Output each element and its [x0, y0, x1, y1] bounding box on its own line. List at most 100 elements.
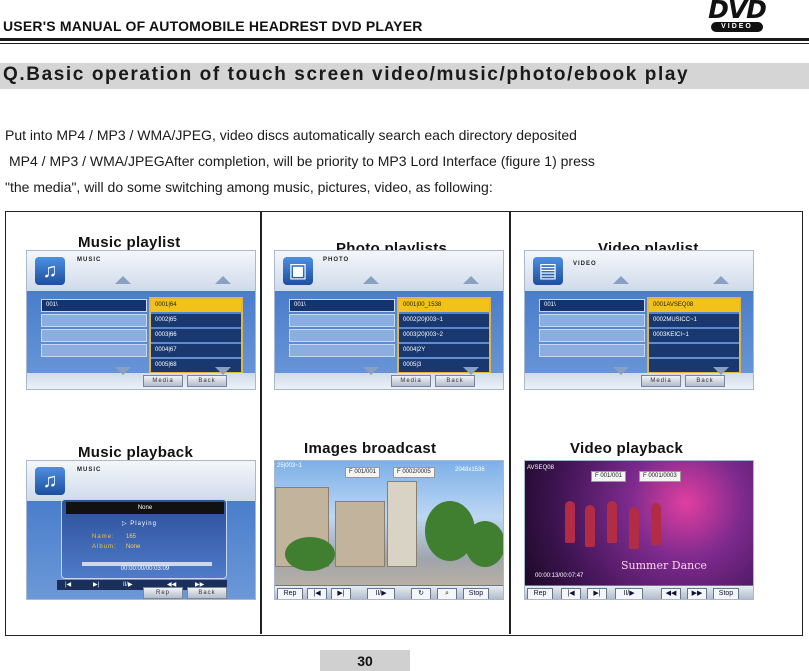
- image-filename: 25|003~1: [277, 463, 303, 469]
- dvd-logo-text: DVD: [708, 0, 767, 24]
- folder-count: F 001/001: [591, 471, 627, 482]
- folder-item[interactable]: 001\: [539, 299, 645, 312]
- scroll-up-icon[interactable]: [215, 276, 231, 284]
- file-item[interactable]: 0004|2Y: [399, 344, 489, 357]
- scroll-up-icon[interactable]: [363, 276, 379, 284]
- file-item[interactable]: 0002|65: [151, 314, 241, 327]
- name-label: Name:: [92, 534, 115, 540]
- next-icon[interactable]: ▶|: [587, 588, 607, 599]
- building-shape: [335, 501, 385, 567]
- previous-icon[interactable]: |◀: [65, 580, 71, 590]
- file-item[interactable]: 0003|66: [151, 329, 241, 342]
- building-shape: [387, 481, 417, 567]
- image-viewer-screen: 25|003~1 F 001/001 F 0002/0005 2048x1536…: [274, 460, 504, 600]
- video-time: 00:00:13/00:07:47: [535, 573, 584, 579]
- scroll-up-icon[interactable]: [463, 276, 479, 284]
- album-label: Album:: [92, 544, 117, 550]
- repeat-button[interactable]: Rep: [143, 587, 183, 599]
- folder-item[interactable]: [289, 344, 395, 357]
- file-item[interactable]: 0003KEICI~1: [649, 329, 739, 342]
- tree-shape: [285, 537, 335, 571]
- stop-button[interactable]: Stop: [463, 588, 489, 599]
- figure-title: Images broadcast: [304, 440, 437, 457]
- play-pause-icon[interactable]: II/▶: [123, 580, 133, 590]
- now-playing-panel: None ▷ Playing Name: 165 Album: None 00:…: [61, 499, 227, 579]
- video-player-screen: AVSEQ08 F 001/001 F 0001/0003 00:00:13/0…: [524, 460, 754, 600]
- scroll-up-icon[interactable]: [115, 276, 131, 284]
- rewind-icon[interactable]: ◀◀: [661, 588, 681, 599]
- file-list: 0001|00_1538 0002|20|003~1 0003|20|003~2…: [397, 297, 491, 373]
- grid-divider: [260, 212, 262, 634]
- repeat-button[interactable]: Rep: [527, 588, 553, 599]
- folder-item[interactable]: [289, 314, 395, 327]
- file-item[interactable]: 0002|20|003~1: [399, 314, 489, 327]
- scroll-up-icon[interactable]: [613, 276, 629, 284]
- folder-item[interactable]: [539, 329, 645, 342]
- section-heading-bar: Q.Basic operation of touch screen video/…: [0, 63, 809, 89]
- next-icon[interactable]: ▶|: [93, 580, 99, 590]
- folder-item[interactable]: [289, 329, 395, 342]
- repeat-button[interactable]: Rep: [277, 588, 303, 599]
- folder-count: F 001/001: [345, 467, 381, 478]
- video-playlist-screen: ▤ VIDEO 001\ 0001AVSEQ08 0002MUSICC~1 00…: [524, 250, 754, 390]
- video-playback-figure: Video playback AVSEQ08 F 001/001 F 0001/…: [524, 440, 756, 624]
- grid-divider: [509, 212, 511, 634]
- scroll-down-icon[interactable]: [115, 367, 131, 375]
- file-list: 0001AVSEQ08 0002MUSICC~1 0003KEICI~1: [647, 297, 741, 373]
- file-item[interactable]: 0003|20|003~2: [399, 329, 489, 342]
- folder-item[interactable]: [539, 344, 645, 357]
- back-button[interactable]: Back: [187, 587, 227, 599]
- figure-grid: Music playlist ♫ MUSIC 001\ 0001|64 0002…: [5, 211, 803, 636]
- film-clapper-icon: ▤: [533, 257, 563, 285]
- figure-title: Music playback: [78, 444, 194, 461]
- back-button[interactable]: Back: [187, 375, 227, 387]
- folder-item[interactable]: [41, 344, 147, 357]
- fast-forward-icon[interactable]: ▶▶: [687, 588, 707, 599]
- photo-icon: ▣: [283, 257, 313, 285]
- folder-item[interactable]: [539, 314, 645, 327]
- music-playlist-figure: Music playlist ♫ MUSIC 001\ 0001|64 0002…: [26, 234, 258, 414]
- back-button[interactable]: Back: [435, 375, 475, 387]
- file-item[interactable]: [649, 344, 739, 357]
- play-status-text: Playing: [130, 521, 157, 527]
- media-button[interactable]: Media: [391, 375, 431, 387]
- photo-playlist-figure: Photo playlists ▣ PHOTO 001\ 0001|00_153…: [274, 234, 506, 414]
- screen-subtitle: VIDEO: [573, 261, 597, 267]
- next-icon[interactable]: ▶|: [331, 588, 351, 599]
- intro-line-1: Put into MP4 / MP3 / WMA/JPEG, video dis…: [5, 127, 577, 143]
- previous-icon[interactable]: |◀: [561, 588, 581, 599]
- music-note-icon: ♫: [35, 467, 65, 495]
- music-playback-figure: Music playback ♫ MUSIC None ▷ Playing Na…: [26, 444, 258, 624]
- scroll-down-icon[interactable]: [363, 367, 379, 375]
- file-item[interactable]: 0001|64: [151, 299, 241, 312]
- scroll-down-icon[interactable]: [463, 367, 479, 375]
- zoom-icon[interactable]: ⌕: [437, 588, 457, 599]
- screen-subtitle: MUSIC: [77, 257, 102, 263]
- file-item[interactable]: 0004|67: [151, 344, 241, 357]
- media-button[interactable]: Media: [641, 375, 681, 387]
- folder-item[interactable]: [41, 329, 147, 342]
- media-button[interactable]: Media: [143, 375, 183, 387]
- back-button[interactable]: Back: [685, 375, 725, 387]
- folder-item[interactable]: [41, 314, 147, 327]
- scroll-down-icon[interactable]: [613, 367, 629, 375]
- scroll-down-icon[interactable]: [215, 367, 231, 375]
- images-broadcast-figure: Images broadcast 25|003~1 F 001/001 F 00…: [274, 440, 506, 624]
- folder-item[interactable]: 001\: [289, 299, 395, 312]
- file-item[interactable]: 0001AVSEQ08: [649, 299, 739, 312]
- image-toolbar: Rep |◀ ▶| II/▶ ↻ ⌕ Stop: [275, 585, 503, 599]
- scroll-down-icon[interactable]: [713, 367, 729, 375]
- video-caption: Summer Dance: [621, 559, 707, 572]
- page-number: 30: [320, 650, 410, 671]
- screen-subtitle: MUSIC: [77, 467, 102, 473]
- play-pause-icon[interactable]: II/▶: [615, 588, 643, 599]
- stop-button[interactable]: Stop: [713, 588, 739, 599]
- file-item[interactable]: 0001|00_1538: [399, 299, 489, 312]
- rotate-icon[interactable]: ↻: [411, 588, 431, 599]
- folder-item[interactable]: 001\: [41, 299, 147, 312]
- file-item[interactable]: 0002MUSICC~1: [649, 314, 739, 327]
- previous-icon[interactable]: |◀: [307, 588, 327, 599]
- scroll-up-icon[interactable]: [713, 276, 729, 284]
- photo-playlist-screen: ▣ PHOTO 001\ 0001|00_1538 0002|20|003~1 …: [274, 250, 504, 390]
- play-pause-icon[interactable]: II/▶: [367, 588, 395, 599]
